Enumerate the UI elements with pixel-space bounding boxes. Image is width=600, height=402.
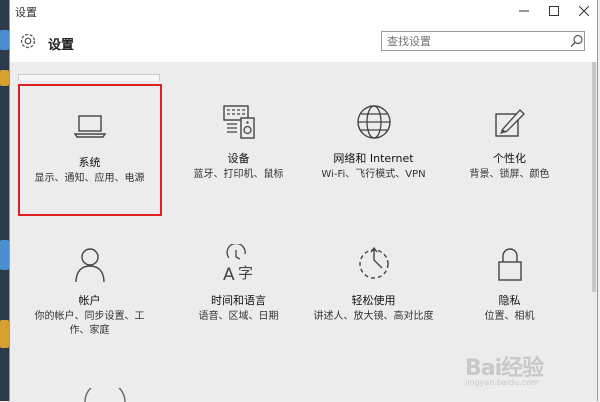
tile-privacy-desc: 位置、相机 xyxy=(484,311,535,322)
desktop-icon xyxy=(0,320,9,348)
minimize-icon xyxy=(519,10,529,12)
settings-window: 设置 设置 系统 显示、通知、应用、 xyxy=(9,0,600,402)
tile-network-name: 网络和 Internet xyxy=(333,152,414,165)
tile-accounts-name: 帐户 xyxy=(78,294,101,307)
tile-time-language[interactable]: A 字 时间和语言 语音、区域、日期 xyxy=(171,244,306,324)
tile-ease-of-access-name: 轻松使用 xyxy=(351,294,396,307)
ease-of-access-icon xyxy=(358,246,389,279)
tile-time-language-name: 时间和语言 xyxy=(211,294,266,307)
tile-privacy-name: 隐私 xyxy=(498,294,521,307)
desktop-edge xyxy=(0,0,9,401)
globe-icon xyxy=(356,105,391,139)
desktop-icon xyxy=(0,30,9,50)
search-icon[interactable] xyxy=(570,34,584,48)
selection-highlight xyxy=(18,84,162,216)
tile-network-desc: Wi-Fi、飞行模式、VPN xyxy=(321,169,426,180)
tile-personalization[interactable]: 个性化 背景、锁屏、颜色 xyxy=(442,102,577,182)
maximize-icon xyxy=(549,6,559,16)
tile-privacy[interactable]: 隐私 位置、相机 xyxy=(442,244,577,324)
search-input[interactable] xyxy=(381,31,585,51)
gear-icon xyxy=(20,33,36,49)
svg-text:字: 字 xyxy=(238,264,253,282)
settings-header: 设置 xyxy=(10,22,597,62)
tile-ease-of-access[interactable]: 轻松使用 讲述人、放大镜、高对比度 xyxy=(306,244,441,324)
partial-tile-icon xyxy=(84,388,126,402)
tile-time-language-desc: 语音、区域、日期 xyxy=(198,311,279,322)
tile-accounts[interactable]: 帐户 你的帐户、同步设置、工作、家庭 xyxy=(22,244,157,338)
tile-devices-desc: 蓝牙、打印机、鼠标 xyxy=(193,169,284,180)
maximize-button[interactable] xyxy=(539,0,569,22)
close-button[interactable] xyxy=(569,0,599,22)
tile-ease-of-access-desc: 讲述人、放大镜、高对比度 xyxy=(313,311,434,322)
page-title: 设置 xyxy=(48,38,75,53)
minimize-button[interactable] xyxy=(509,0,539,22)
close-icon xyxy=(579,6,589,16)
tile-devices-name: 设备 xyxy=(227,152,250,165)
watermark: Bai经验 jingyan.baidu.com xyxy=(465,350,600,395)
tile-devices[interactable]: 设备 蓝牙、打印机、鼠标 xyxy=(171,102,306,182)
tile-personalization-desc: 背景、锁屏、颜色 xyxy=(469,169,550,180)
paint-brush-icon xyxy=(494,109,525,137)
category-tab-edge xyxy=(18,74,160,81)
watermark-url: jingyan.baidu.com xyxy=(465,378,539,387)
devices-icon xyxy=(222,105,255,139)
desktop-icon xyxy=(0,70,9,86)
time-language-icon: A 字 xyxy=(223,244,253,284)
tile-network[interactable]: 网络和 Internet Wi-Fi、飞行模式、VPN xyxy=(306,102,441,182)
svg-text:A: A xyxy=(223,265,235,284)
title-bar: 设置 xyxy=(10,0,597,22)
tile-accounts-desc: 你的帐户、同步设置、工作、家庭 xyxy=(34,311,145,336)
scrollbar[interactable] xyxy=(592,62,596,292)
tile-personalization-name: 个性化 xyxy=(493,152,526,165)
window-title: 设置 xyxy=(15,6,37,19)
lock-icon xyxy=(497,248,522,281)
person-icon xyxy=(74,248,105,283)
desktop-icon xyxy=(0,240,9,270)
